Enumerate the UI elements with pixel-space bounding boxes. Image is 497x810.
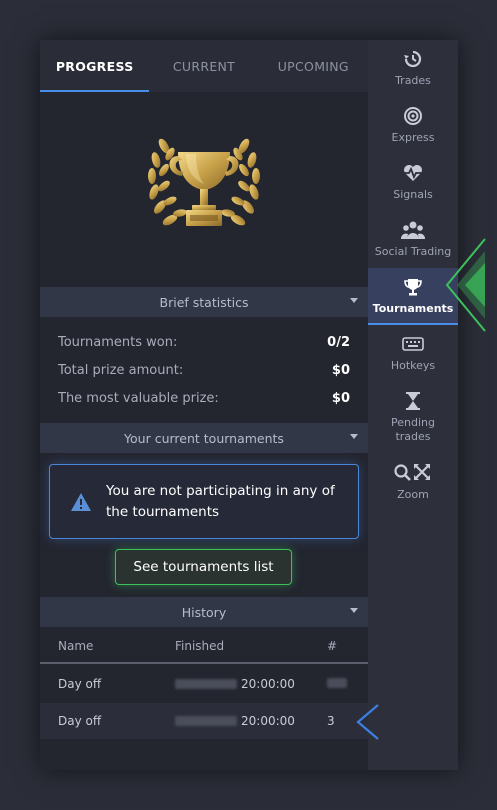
warning-icon bbox=[71, 492, 91, 511]
column-finished: Finished bbox=[175, 639, 225, 653]
tournaments-panel: PROGRESS CURRENT UPCOMING Brief statisti… bbox=[40, 40, 458, 770]
tab-bar: PROGRESS CURRENT UPCOMING bbox=[40, 40, 368, 92]
sidebar: Trades Express Signals Social Trading To… bbox=[368, 40, 458, 770]
brief-statistics-title: Brief statistics bbox=[159, 294, 249, 310]
hourglass-icon bbox=[401, 390, 425, 412]
history-header[interactable]: History bbox=[40, 597, 368, 627]
table-row[interactable]: Day off 20:00:00 3 bbox=[40, 703, 368, 739]
stat-label: Total prize amount: bbox=[58, 362, 184, 378]
notice-text: You are not participating in any of the … bbox=[106, 482, 335, 520]
current-tournaments-header[interactable]: Your current tournaments bbox=[40, 423, 368, 453]
chevron-down-icon bbox=[350, 434, 358, 439]
stat-value: $0 bbox=[331, 362, 350, 378]
stat-row: The most valuable prize: $0 bbox=[58, 388, 350, 408]
history-title: History bbox=[181, 604, 227, 620]
row-place bbox=[327, 677, 347, 691]
sidebar-item-zoom[interactable]: Zoom bbox=[368, 454, 458, 511]
table-row[interactable]: Day off 20:00:00 bbox=[40, 666, 368, 702]
highlight-arrow-icon bbox=[445, 238, 486, 332]
sidebar-item-pending-trades[interactable]: Pending trades bbox=[368, 382, 458, 452]
column-place: # bbox=[327, 639, 338, 653]
heart-pulse-icon bbox=[401, 162, 425, 184]
sidebar-item-label: Express bbox=[391, 131, 435, 144]
tab-current[interactable]: CURRENT bbox=[149, 40, 258, 92]
row-time: 20:00:00 bbox=[241, 714, 295, 728]
row-place: 3 bbox=[327, 714, 335, 728]
sidebar-item-signals[interactable]: Signals bbox=[368, 154, 458, 211]
column-name: Name bbox=[58, 639, 94, 653]
sidebar-item-label: Social Trading bbox=[374, 245, 452, 258]
stat-row: Tournaments won: 0/2 bbox=[58, 332, 350, 352]
row-finished: 20:00:00 bbox=[175, 714, 295, 728]
stat-label: Tournaments won: bbox=[58, 334, 178, 350]
see-tournaments-list-button[interactable]: See tournaments list bbox=[115, 549, 292, 585]
row-highlight-arrow-icon bbox=[356, 704, 379, 740]
redacted-date bbox=[175, 679, 237, 689]
sidebar-item-express[interactable]: Express bbox=[368, 97, 458, 154]
tab-progress[interactable]: PROGRESS bbox=[40, 40, 150, 92]
stat-value: 0/2 bbox=[327, 334, 350, 350]
chevron-down-icon bbox=[350, 608, 358, 613]
row-name: Day off bbox=[58, 677, 102, 691]
target-icon bbox=[401, 105, 425, 127]
trophy-banner bbox=[40, 92, 368, 287]
tab-upcoming[interactable]: UPCOMING bbox=[259, 40, 368, 92]
redacted-date bbox=[175, 716, 237, 726]
trophy-icon bbox=[401, 276, 425, 298]
zoom-icon bbox=[393, 462, 433, 484]
stat-label: The most valuable prize: bbox=[58, 390, 219, 406]
row-finished: 20:00:00 bbox=[175, 677, 295, 691]
sidebar-item-hotkeys[interactable]: Hotkeys bbox=[368, 325, 458, 382]
history-table-header: Name Finished # bbox=[40, 628, 368, 664]
tournaments-content: PROGRESS CURRENT UPCOMING Brief statisti… bbox=[40, 40, 368, 770]
stat-value: $0 bbox=[331, 390, 350, 406]
sidebar-item-label: Pending trades bbox=[391, 416, 435, 443]
brief-statistics-header[interactable]: Brief statistics bbox=[40, 287, 368, 317]
current-tournaments-title: Your current tournaments bbox=[124, 430, 284, 446]
sidebar-item-label: Hotkeys bbox=[390, 359, 436, 372]
stat-row: Total prize amount: $0 bbox=[58, 360, 350, 380]
trophy-laurel-icon bbox=[148, 138, 260, 226]
keyboard-icon bbox=[401, 333, 425, 355]
row-name: Day off bbox=[58, 714, 102, 728]
row-time: 20:00:00 bbox=[241, 677, 295, 691]
sidebar-item-label: Trades bbox=[395, 74, 431, 87]
history-icon bbox=[401, 48, 425, 70]
sidebar-item-label: Zoom bbox=[397, 488, 429, 501]
not-participating-notice: You are not participating in any of the … bbox=[49, 464, 359, 539]
users-icon bbox=[401, 219, 425, 241]
sidebar-item-label: Tournaments bbox=[372, 302, 454, 315]
sidebar-item-trades[interactable]: Trades bbox=[368, 40, 458, 97]
chevron-down-icon bbox=[350, 298, 358, 303]
redacted-place bbox=[327, 678, 347, 688]
sidebar-item-label: Signals bbox=[393, 188, 433, 201]
